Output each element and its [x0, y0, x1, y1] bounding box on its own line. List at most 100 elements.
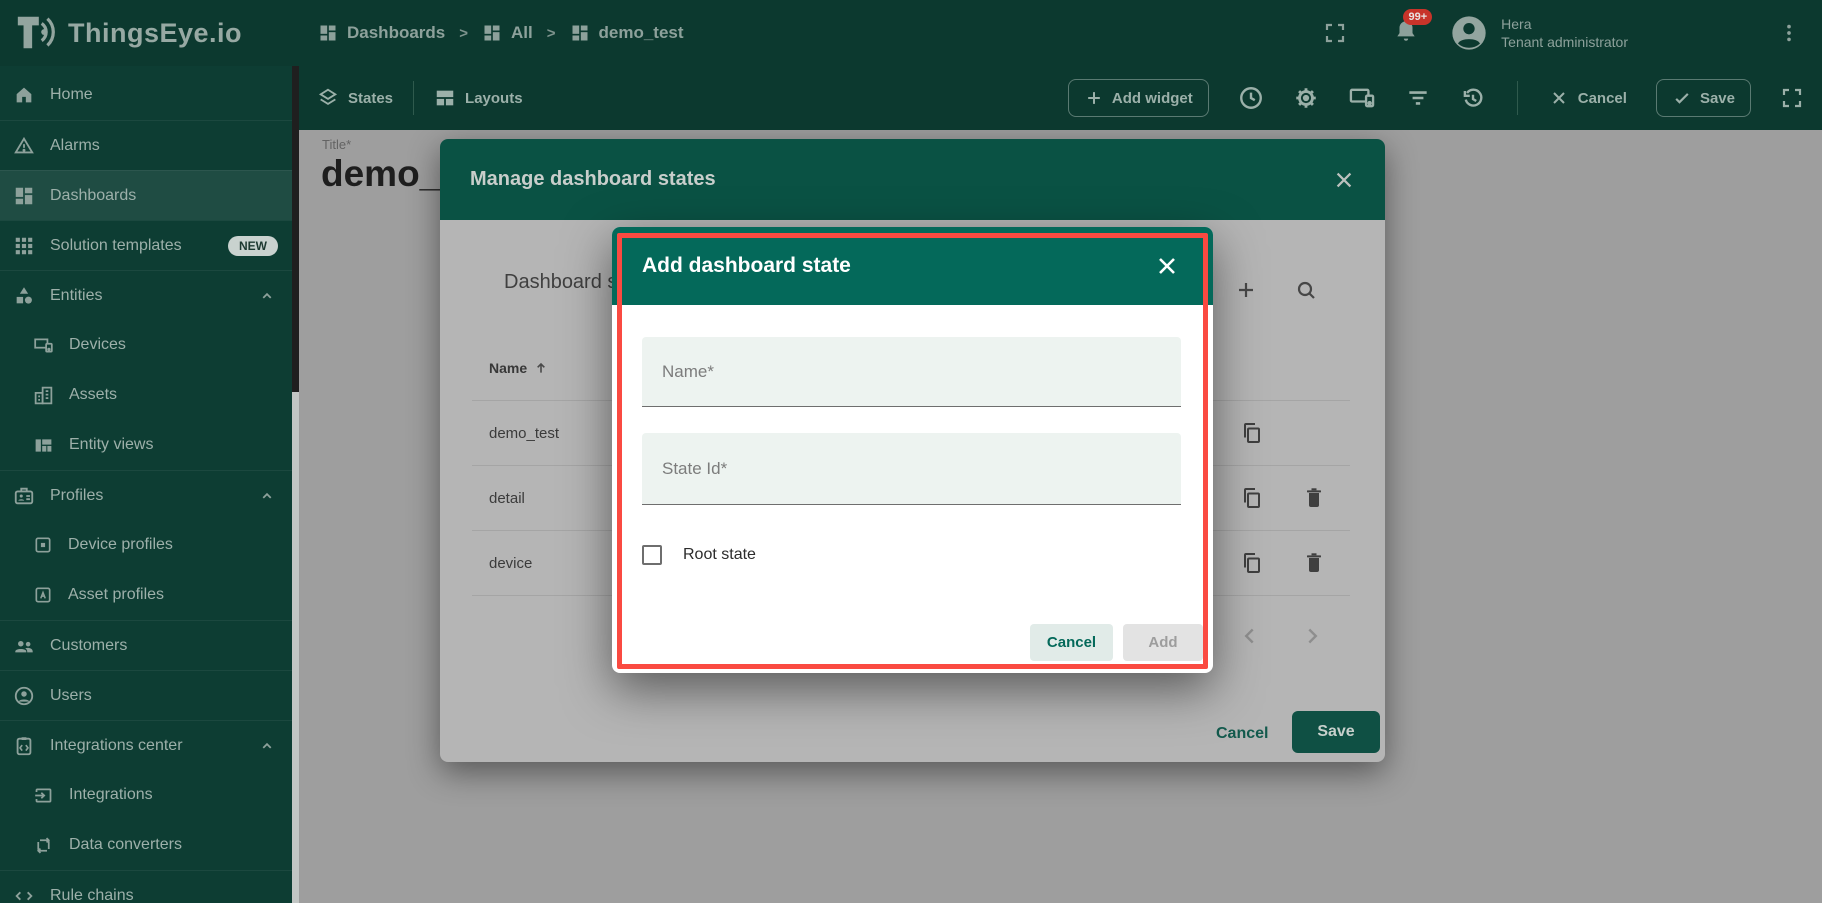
sidebar-item-alarms[interactable]: Alarms: [0, 120, 292, 170]
sidebar-item-rule-chains[interactable]: Rule chains: [0, 870, 292, 903]
sidebar-item-device-profiles[interactable]: Device profiles: [0, 520, 292, 570]
sidebar-item-solution-templates[interactable]: Solution templates NEW: [0, 220, 292, 270]
sidebar-item-integrations-center[interactable]: Integrations center: [0, 720, 292, 770]
sidebar-item-customers[interactable]: Customers: [0, 620, 292, 670]
state-name-cell: detail: [489, 490, 525, 507]
add-dialog-body: Root state: [612, 305, 1213, 673]
layouts-button[interactable]: Layouts: [434, 87, 523, 109]
name-column-header[interactable]: Name: [489, 360, 527, 376]
thingseye-logo-icon: [12, 12, 58, 54]
sidebar-item-users[interactable]: Users: [0, 670, 292, 720]
copy-state-id-icon[interactable]: [1240, 421, 1264, 445]
notifications-button[interactable]: 99+: [1393, 18, 1419, 49]
close-icon[interactable]: [1155, 254, 1179, 278]
name-input[interactable]: [642, 337, 1181, 406]
filters-icon[interactable]: [1405, 85, 1431, 111]
warning-icon: [13, 135, 35, 157]
apps-grid-icon: [13, 235, 35, 257]
add-dialog-cancel-button[interactable]: Cancel: [1030, 624, 1113, 661]
dashboard-title-value: demo_: [321, 153, 440, 195]
toolbar-cancel-button[interactable]: Cancel: [1549, 88, 1627, 108]
page-previous-icon[interactable]: [1237, 623, 1263, 649]
sidebar-item-data-converters[interactable]: Data converters: [0, 820, 292, 870]
add-dialog-title: Add dashboard state: [642, 254, 851, 278]
sidebar-item-entity-views[interactable]: Entity views: [0, 420, 292, 470]
sort-ascending-icon[interactable]: [533, 360, 549, 376]
settings-gear-icon[interactable]: [1293, 85, 1319, 111]
manage-save-button[interactable]: Save: [1292, 711, 1380, 753]
sidebar-item-entities[interactable]: Entities: [0, 270, 292, 320]
delete-state-icon[interactable]: [1302, 486, 1326, 510]
add-widget-button[interactable]: Add widget: [1068, 79, 1209, 117]
toolbar-cancel-label: Cancel: [1578, 90, 1627, 107]
sidebar-item-home[interactable]: Home: [0, 70, 292, 120]
transform-icon: [33, 835, 54, 856]
user-role: Tenant administrator: [1501, 33, 1628, 51]
root-state-checkbox[interactable]: [642, 545, 662, 565]
chevron-up-icon: [258, 487, 276, 505]
device-profile-icon: [33, 535, 53, 555]
add-dialog-header: Add dashboard state: [612, 227, 1213, 305]
timewindow-clock-icon[interactable]: [1238, 85, 1264, 111]
fullscreen-icon[interactable]: [1323, 21, 1347, 45]
copy-state-id-icon[interactable]: [1240, 551, 1264, 575]
people-icon: [13, 635, 35, 657]
breadcrumb-label: Dashboards: [347, 23, 445, 43]
delete-state-icon[interactable]: [1302, 551, 1326, 575]
user-info[interactable]: Hera Tenant administrator: [1501, 15, 1628, 51]
layers-icon: [317, 87, 339, 109]
manage-cancel-button[interactable]: Cancel: [1210, 719, 1274, 749]
sidebar-scrollbar-thumb[interactable]: [292, 66, 299, 392]
manage-dialog-header: Manage dashboard states: [440, 139, 1385, 220]
new-badge: NEW: [228, 236, 278, 256]
fullscreen-icon[interactable]: [1780, 86, 1804, 110]
version-history-icon[interactable]: [1460, 85, 1486, 111]
badge-icon: [13, 485, 35, 507]
sidebar-item-label: Entities: [50, 287, 102, 305]
state-name-cell: device: [489, 555, 532, 572]
shapes-icon: [13, 285, 35, 307]
page-next-icon[interactable]: [1299, 623, 1325, 649]
layouts-label: Layouts: [465, 90, 523, 107]
logo[interactable]: ThingsEye.io: [0, 12, 292, 54]
breadcrumb-all[interactable]: All: [482, 23, 533, 43]
sidebar-item-label: Asset profiles: [68, 586, 164, 604]
avatar[interactable]: [1449, 13, 1489, 53]
states-button[interactable]: States: [317, 87, 393, 109]
sidebar-scrollbar[interactable]: [292, 66, 299, 903]
toolbar-save-button[interactable]: Save: [1656, 79, 1751, 117]
breadcrumb-label: All: [511, 23, 533, 43]
sidebar-item-label: Profiles: [50, 487, 103, 505]
sidebar-item-label: Device profiles: [68, 536, 173, 554]
breadcrumb-demo-test[interactable]: demo_test: [570, 23, 684, 43]
integration-box-icon: [13, 735, 35, 757]
search-icon[interactable]: [1294, 278, 1318, 302]
name-field: [642, 337, 1181, 407]
manage-dialog-title: Manage dashboard states: [470, 168, 716, 191]
user-circle-icon: [13, 685, 35, 707]
sidebar-item-devices[interactable]: Devices: [0, 320, 292, 370]
asset-profile-icon: [33, 585, 53, 605]
sidebar-item-label: Home: [50, 86, 93, 104]
breadcrumb-dashboards[interactable]: Dashboards: [318, 23, 445, 43]
state-id-input[interactable]: [642, 433, 1181, 504]
add-dialog-add-button[interactable]: Add: [1123, 624, 1203, 661]
sidebar-item-profiles[interactable]: Profiles: [0, 470, 292, 520]
copy-state-id-icon[interactable]: [1240, 486, 1264, 510]
sidebar-item-dashboards[interactable]: Dashboards: [0, 170, 292, 220]
dashboard-icon: [482, 23, 502, 43]
sidebar-item-assets[interactable]: Assets: [0, 370, 292, 420]
entity-aliases-devices-icon[interactable]: [1348, 84, 1376, 112]
sidebar-nav: Home Alarms Dashboards Solution template…: [0, 66, 292, 903]
add-state-plus-icon[interactable]: [1234, 278, 1258, 302]
sidebar-item-label: Integrations center: [50, 737, 183, 755]
add-dashboard-state-dialog: Add dashboard state Root state Cancel Ad…: [612, 227, 1213, 673]
sidebar-item-label: Alarms: [50, 137, 100, 155]
input-arrow-icon: [33, 785, 54, 806]
devices-icon: [33, 335, 54, 356]
sidebar-item-asset-profiles[interactable]: Asset profiles: [0, 570, 292, 620]
close-icon[interactable]: [1333, 169, 1355, 191]
sidebar-item-integrations[interactable]: Integrations: [0, 770, 292, 820]
sidebar-item-label: Dashboards: [50, 187, 136, 205]
kebab-menu-icon[interactable]: [1778, 22, 1800, 44]
